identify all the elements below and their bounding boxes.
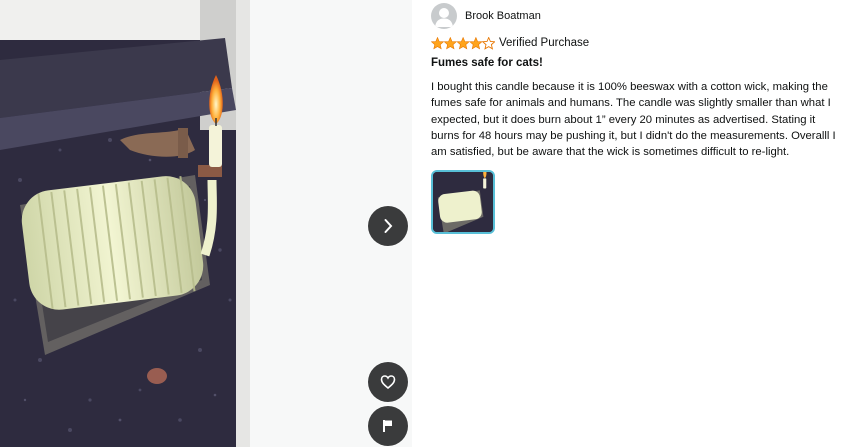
star-icon bbox=[443, 36, 458, 49]
flag-icon bbox=[383, 420, 392, 432]
star-icon bbox=[431, 36, 445, 49]
chevron-right-icon bbox=[384, 219, 393, 233]
star-rating bbox=[431, 36, 495, 50]
empty-star-icon bbox=[481, 36, 495, 50]
helpful-heart-button[interactable] bbox=[368, 362, 408, 402]
review-photo bbox=[0, 0, 250, 447]
next-image-button[interactable] bbox=[368, 206, 408, 246]
star-icon bbox=[469, 36, 483, 49]
rating-row: Verified Purchase bbox=[431, 35, 589, 51]
media-viewer bbox=[0, 0, 412, 447]
user-silhouette-icon bbox=[435, 8, 453, 27]
author-name[interactable]: Brook Boatman bbox=[465, 10, 541, 22]
heart-icon bbox=[380, 375, 396, 390]
review-body: I bought this candle because it is 100% … bbox=[431, 81, 836, 159]
review-title: Fumes safe for cats! bbox=[431, 57, 543, 69]
avatar bbox=[431, 3, 457, 29]
verified-purchase-badge: Verified Purchase bbox=[499, 37, 590, 49]
report-button[interactable] bbox=[368, 406, 408, 446]
review-image-thumbnail[interactable] bbox=[431, 170, 495, 234]
review-author: Brook Boatman bbox=[431, 3, 541, 29]
star-icon bbox=[456, 36, 470, 49]
